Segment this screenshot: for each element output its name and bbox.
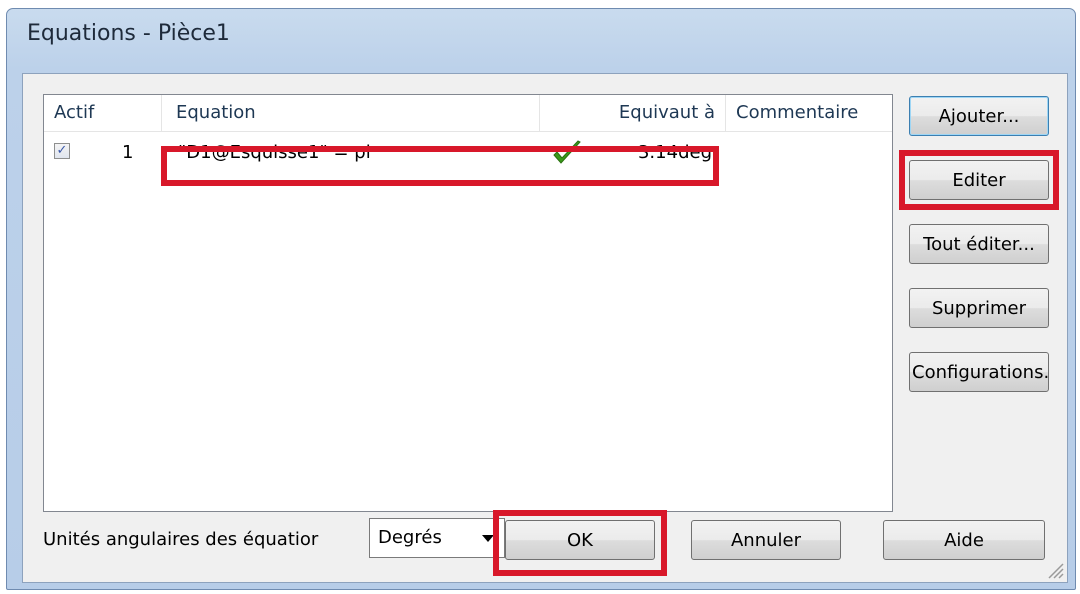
column-header-commentaire[interactable]: Commentaire	[726, 95, 894, 131]
aide-button[interactable]: Aide	[883, 520, 1045, 560]
annuler-button[interactable]: Annuler	[691, 520, 841, 560]
tout-editer-button[interactable]: Tout éditer...	[909, 224, 1049, 264]
angular-units-label: Unités angulaires des équatior	[43, 529, 319, 550]
equations-list[interactable]: Actif Equation Equivaut à Commentaire ✓ …	[43, 94, 893, 512]
dialog-title: Equations - Pièce1	[27, 21, 230, 46]
equation-cell[interactable]: "D1@Esquisse1" = pi	[178, 133, 371, 173]
ajouter-button[interactable]: Ajouter...	[909, 96, 1049, 136]
row-index: 1	[122, 142, 134, 163]
editer-button[interactable]: Editer	[909, 160, 1049, 200]
actif-checkbox[interactable]: ✓	[54, 143, 70, 159]
dialog-client-area: Actif Equation Equivaut à Commentaire ✓ …	[22, 73, 1068, 583]
list-header: Actif Equation Equivaut à Commentaire	[44, 95, 892, 132]
table-row[interactable]: ✓ 1 "D1@Esquisse1" = pi 3.14deg	[44, 133, 892, 173]
resize-grip-icon[interactable]	[1043, 558, 1065, 580]
equations-dialog: Equations - Pièce1 Actif Equation Equiva…	[6, 8, 1076, 590]
ok-button[interactable]: OK	[505, 520, 655, 560]
valid-checkmark-icon	[553, 140, 581, 164]
angular-units-value: Degrés	[378, 527, 442, 548]
column-header-actif[interactable]: Actif	[44, 95, 162, 131]
column-header-equation[interactable]: Equation	[162, 95, 540, 131]
column-header-equivaut[interactable]: Equivaut à	[540, 95, 726, 131]
dropdown-arrow-icon[interactable]	[482, 535, 494, 542]
equivaut-value: 3.14deg	[637, 142, 712, 163]
supprimer-button[interactable]: Supprimer	[909, 288, 1049, 328]
configurations-button[interactable]: Configurations.	[909, 352, 1049, 392]
angular-units-select[interactable]: Degrés	[369, 518, 505, 558]
